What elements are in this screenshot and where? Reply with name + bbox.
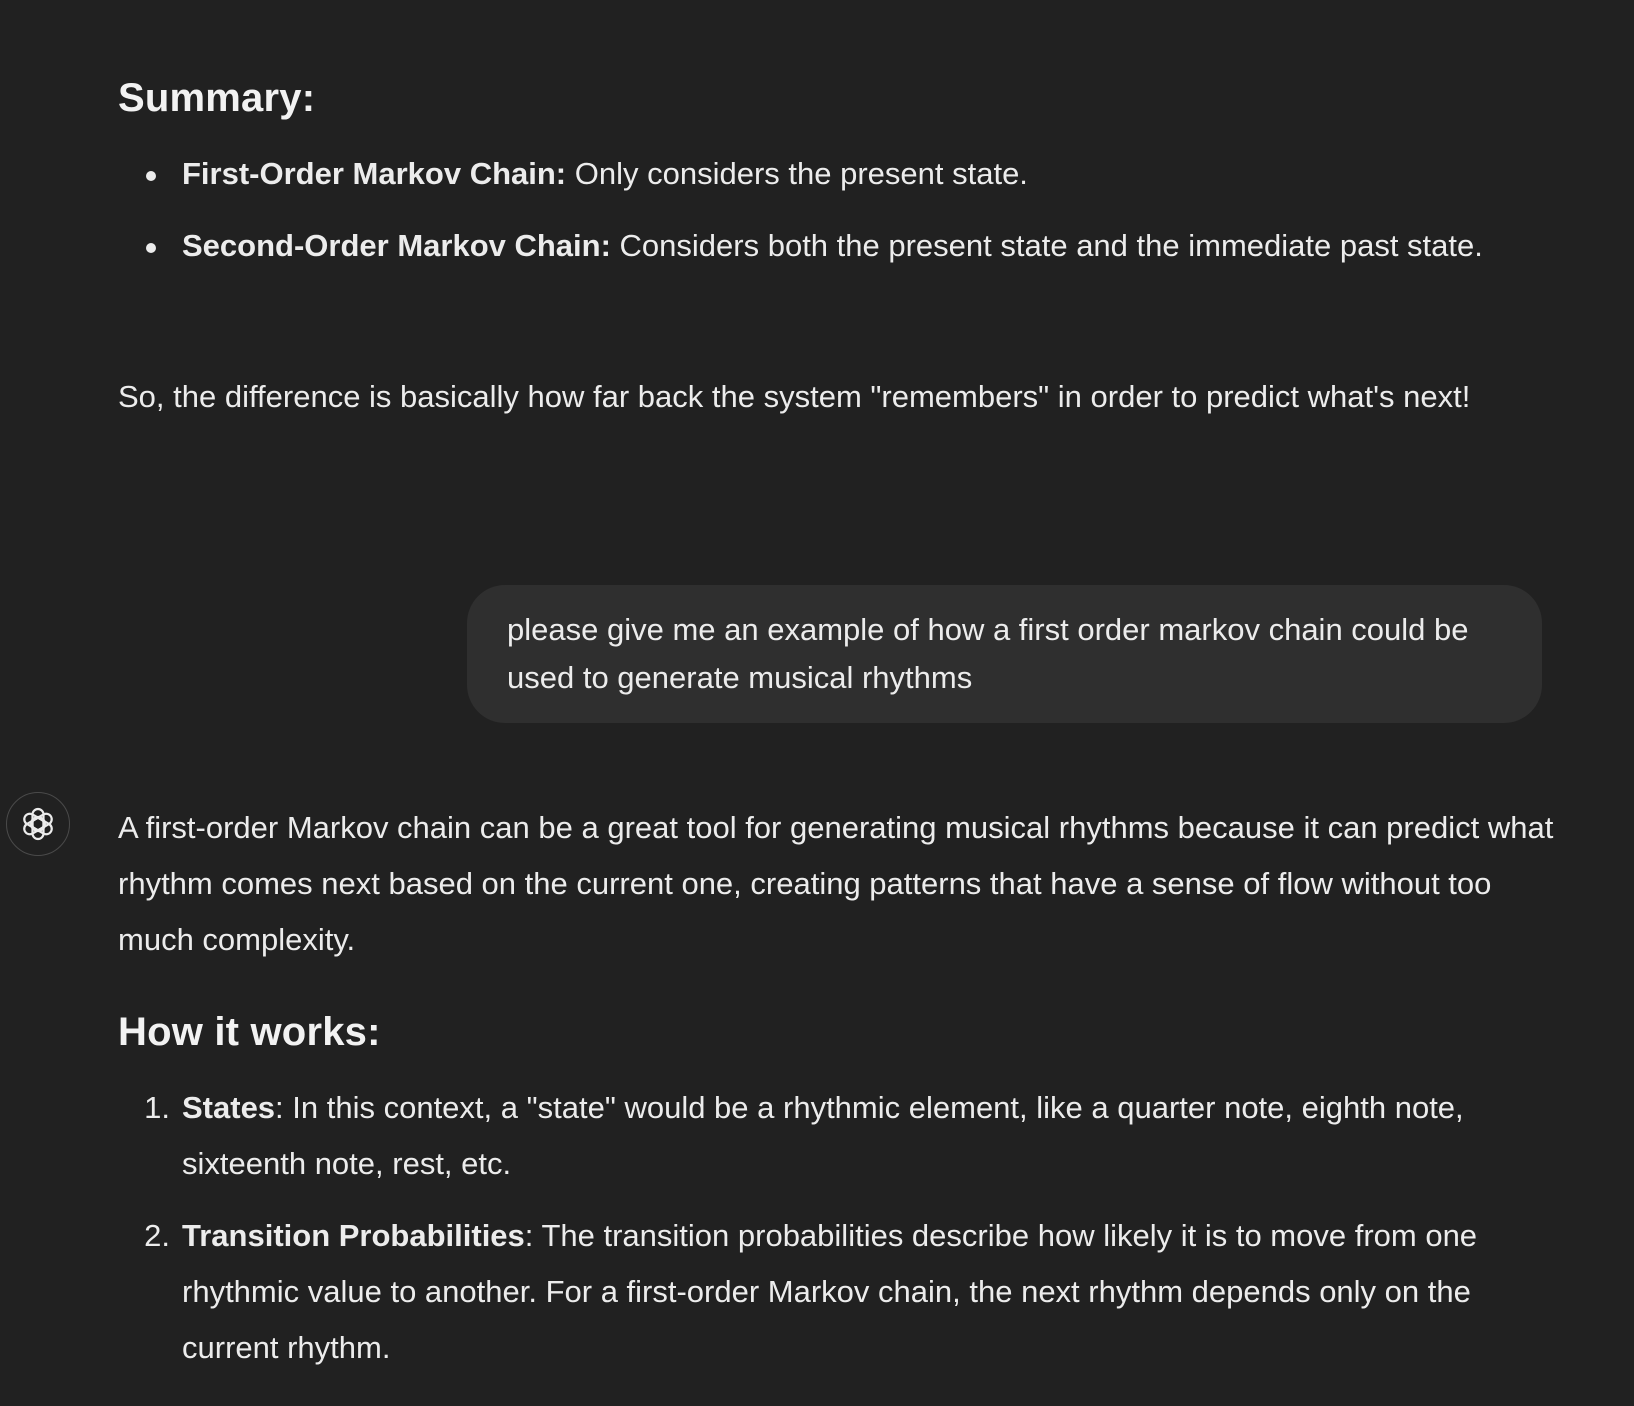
user-message-text: please give me an example of how a first… (507, 612, 1469, 695)
step-text: : In this context, a "state" would be a … (182, 1090, 1464, 1181)
step-number: 2. (144, 1218, 170, 1253)
steps-list: 1. States: In this context, a "state" wo… (144, 1080, 1542, 1376)
assistant-avatar (6, 792, 70, 856)
list-item: First-Order Markov Chain: Only considers… (146, 146, 1542, 202)
how-it-works-heading: How it works: (118, 1010, 381, 1054)
summary-list: First-Order Markov Chain: Only considers… (146, 146, 1542, 274)
step-term: Transition Probabilities (182, 1218, 525, 1253)
user-message-bubble: please give me an example of how a first… (467, 585, 1542, 723)
summary-heading: Summary: (118, 76, 316, 120)
list-item: 2. Transition Probabilities: The transit… (144, 1208, 1542, 1376)
list-item: Second-Order Markov Chain: Considers bot… (146, 218, 1542, 274)
step-number: 1. (144, 1090, 170, 1125)
bullet-term: First-Order Markov Chain: (182, 156, 567, 191)
bullet-icon (146, 171, 156, 181)
bullet-term: Second-Order Markov Chain: (182, 228, 611, 263)
bullet-icon (146, 243, 156, 253)
openai-logo-icon (23, 807, 53, 841)
assistant-intro: A first-order Markov chain can be a grea… (118, 810, 1554, 957)
bullet-text: Considers both the present state and the… (610, 228, 1483, 263)
step-term: States (182, 1090, 276, 1125)
list-item: 1. States: In this context, a "state" wo… (144, 1080, 1542, 1192)
summary-closing: So, the difference is basically how far … (118, 379, 1471, 414)
bullet-text: Only considers the present state. (566, 156, 1028, 191)
